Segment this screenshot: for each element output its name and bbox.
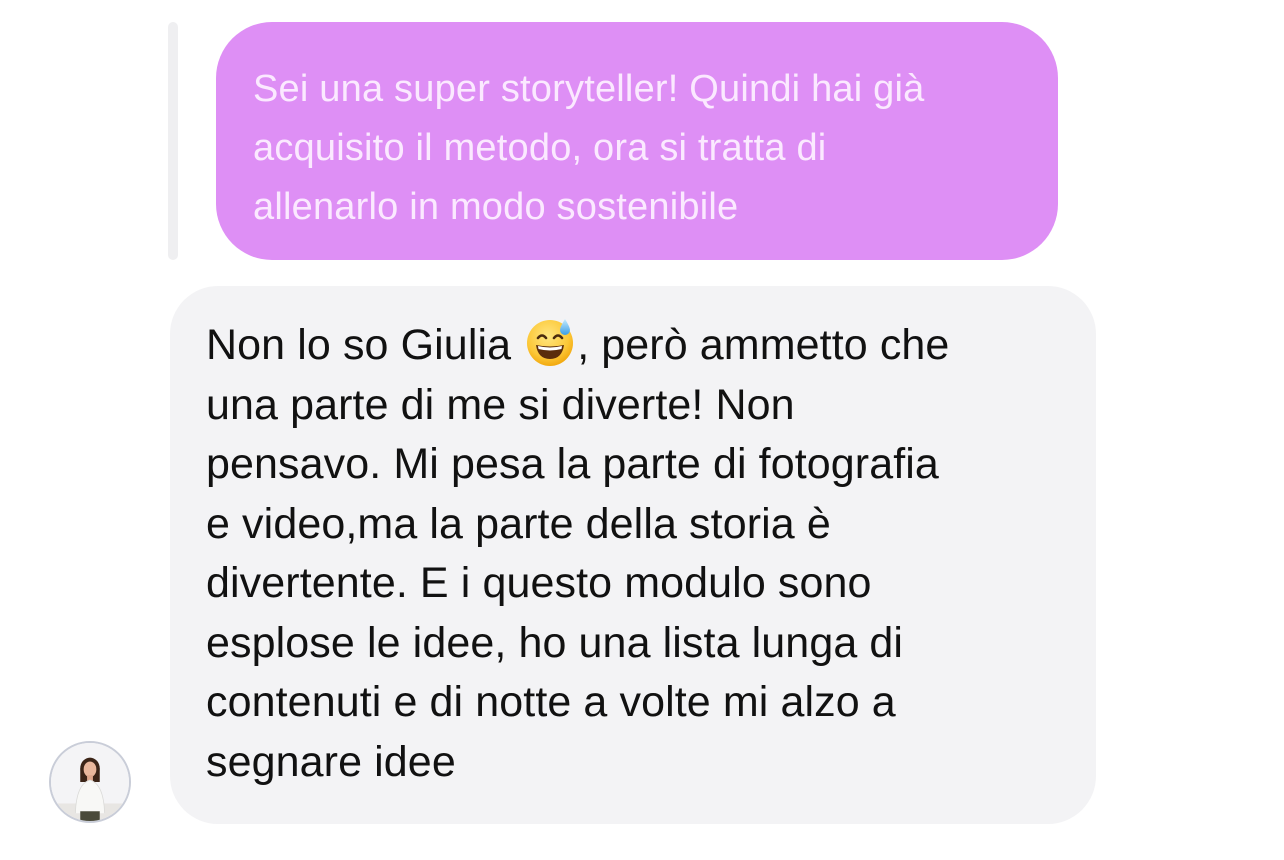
quoted-message-bubble[interactable]: Sei una super storyteller! Quindi hai gi… bbox=[216, 22, 1058, 260]
message-line: esplose le idee, ho una lista lunga di bbox=[206, 618, 904, 667]
message-line: pensavo. Mi pesa la parte di fotografia bbox=[206, 440, 939, 488]
message-line: divertente. E i questo modulo sono bbox=[206, 559, 872, 607]
message-line: contenuti e di notte a volte mi alzo a bbox=[206, 678, 896, 726]
chat-screen: Sei una super storyteller! Quindi hai gi… bbox=[0, 0, 1284, 860]
message-text-before-emoji: Non lo so Giulia bbox=[206, 321, 512, 369]
received-message-text: Non lo so Giulia , però ammetto che una … bbox=[206, 316, 1056, 792]
reply-indicator-line bbox=[168, 22, 178, 260]
message-line: segnare idee bbox=[206, 737, 456, 786]
message-line: e video,ma la parte della storia è bbox=[206, 499, 831, 548]
grinning-face-with-sweat-icon bbox=[525, 317, 575, 367]
user-avatar-photo-icon bbox=[51, 743, 129, 821]
message-line: una parte di me si diverte! Non bbox=[206, 380, 795, 429]
received-message-bubble[interactable]: Non lo so Giulia , però ammetto che una … bbox=[170, 286, 1096, 824]
quoted-line: allenarlo in modo sostenibile bbox=[253, 186, 739, 228]
quoted-message-text: Sei una super storyteller! Quindi hai gi… bbox=[253, 60, 1022, 237]
message-text-after-emoji: , però ammetto che bbox=[577, 321, 950, 369]
quoted-line: acquisito il metodo, ora si tratta di bbox=[253, 127, 827, 169]
sender-avatar[interactable] bbox=[49, 741, 131, 823]
quoted-line: Sei una super storyteller! Quindi hai gi… bbox=[253, 68, 925, 110]
